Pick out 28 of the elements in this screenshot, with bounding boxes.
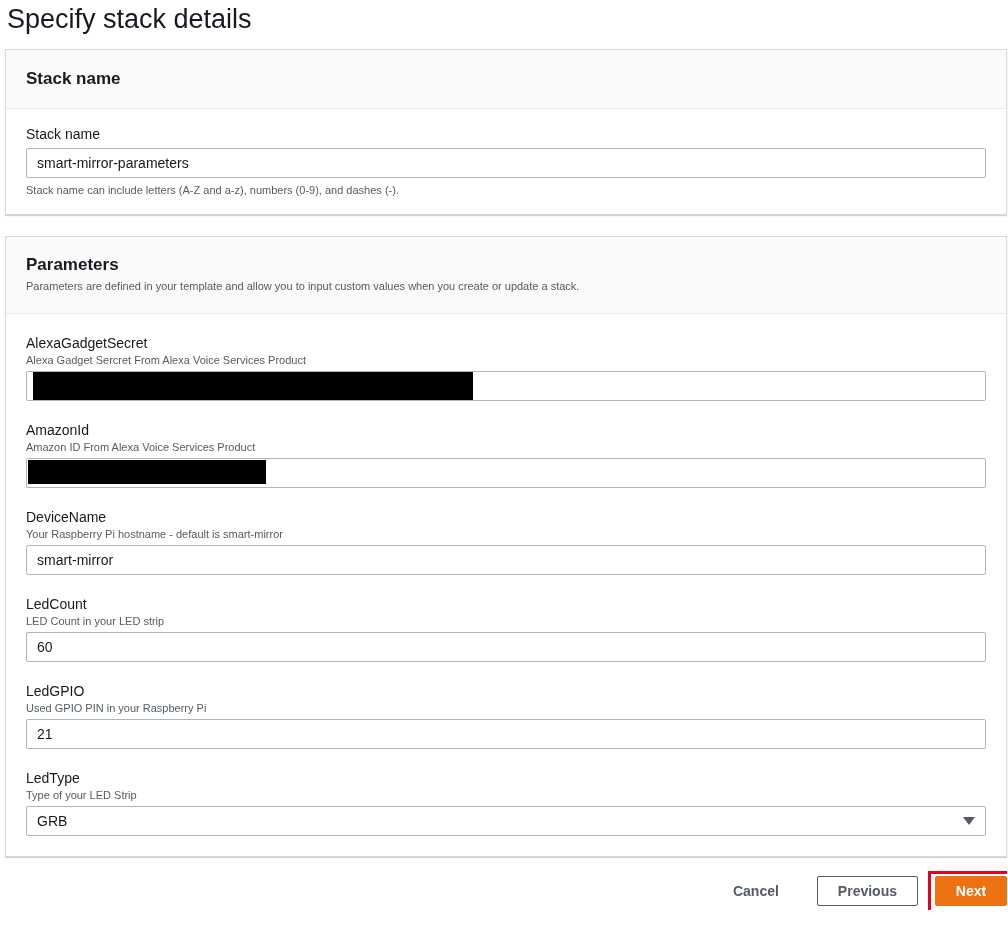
field-description: Your Raspberry Pi hostname - default is smart-mirror (26, 527, 284, 542)
field-hint: Stack name can include letters (A-Z and a-z), numbers (0-9), and dashes (-). (26, 184, 400, 196)
field-description: Used GPIO PIN in your Raspberry Pi (26, 701, 208, 716)
field-label: Stack name (26, 125, 101, 143)
field-label: LedCount (26, 595, 88, 613)
dropdown-field[interactable]: GRB (26, 806, 986, 836)
panel-title: Parameters (26, 255, 120, 275)
field-label: AlexaGadgetSecret (26, 334, 149, 352)
previous-button[interactable]: Previous (816, 875, 918, 906)
text-field[interactable] (26, 371, 986, 401)
text-field[interactable]: 60 (26, 632, 986, 662)
field-label: AmazonId (26, 421, 91, 439)
field-label: DeviceName (26, 508, 108, 526)
text-field[interactable]: smart-mirror (26, 545, 986, 575)
field-label: LedType (26, 769, 81, 787)
stack-name-field[interactable]: smart-mirror-parameters (26, 148, 986, 178)
panel-description: Parameters are defined in your template and allow you to input custom values when you create or update a stack. (26, 279, 581, 294)
cancel-button[interactable]: Cancel (712, 875, 799, 906)
field-description: Amazon ID From Alexa Voice Services Product (26, 440, 257, 455)
text-field[interactable] (26, 458, 986, 488)
field-description: LED Count in your LED strip (26, 614, 166, 629)
panel-title: Stack name (26, 69, 122, 89)
field-description: Type of your LED Strip (26, 788, 138, 803)
page-title: Specify stack details (6, 3, 253, 36)
field-description: Alexa Gadget Sercret From Alexa Voice Services Product (26, 353, 308, 368)
caret-icon (963, 817, 975, 825)
text-field[interactable]: 21 (26, 719, 986, 749)
field-label: LedGPIO (26, 682, 86, 700)
